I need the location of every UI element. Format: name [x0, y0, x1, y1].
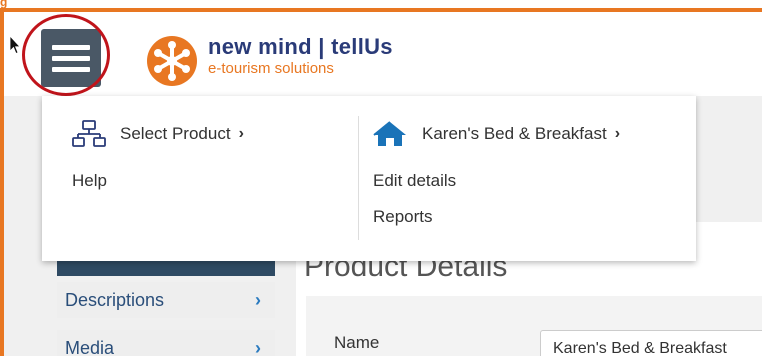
property-name-label: Karen's Bed & Breakfast — [422, 124, 607, 143]
property-menu-item[interactable]: Karen's Bed & Breakfast › — [372, 120, 620, 148]
chevron-right-icon: › — [614, 125, 621, 142]
main-menu-dropdown: Select Product › Help Karen's Bed & Brea… — [42, 96, 696, 261]
home-icon — [373, 121, 406, 146]
mouse-pointer-icon — [9, 35, 21, 55]
new-mind-logo-icon — [147, 36, 197, 86]
sidebar-item-descriptions[interactable]: Descriptions › — [57, 282, 275, 318]
select-product-menu-item[interactable]: Select Product › — [72, 120, 244, 148]
chevron-right-icon: › — [255, 290, 261, 310]
chevron-right-icon: › — [238, 125, 244, 142]
select-product-label: Select Product — [120, 124, 231, 143]
logo-wordmark: new mind | tellUs — [208, 34, 393, 59]
sidebar-item-label: Media — [65, 338, 115, 356]
annotation-circle — [22, 14, 110, 96]
edit-details-menu-item[interactable]: Edit details — [373, 171, 456, 191]
chevron-right-icon: › — [255, 338, 261, 356]
caption-text: g — [0, 0, 8, 9]
sidebar-item-label: Descriptions — [65, 290, 165, 310]
help-menu-item[interactable]: Help — [72, 171, 107, 191]
reports-menu-item[interactable]: Reports — [373, 207, 433, 227]
menu-divider — [358, 116, 359, 240]
sitemap-icon — [72, 120, 106, 147]
name-input[interactable]: Karen's Bed & Breakfast — [540, 330, 762, 356]
name-field-label: Name — [334, 333, 380, 352]
logo-tagline: e-tourism solutions — [208, 60, 334, 77]
sidebar-item-media[interactable]: Media › — [57, 330, 275, 356]
